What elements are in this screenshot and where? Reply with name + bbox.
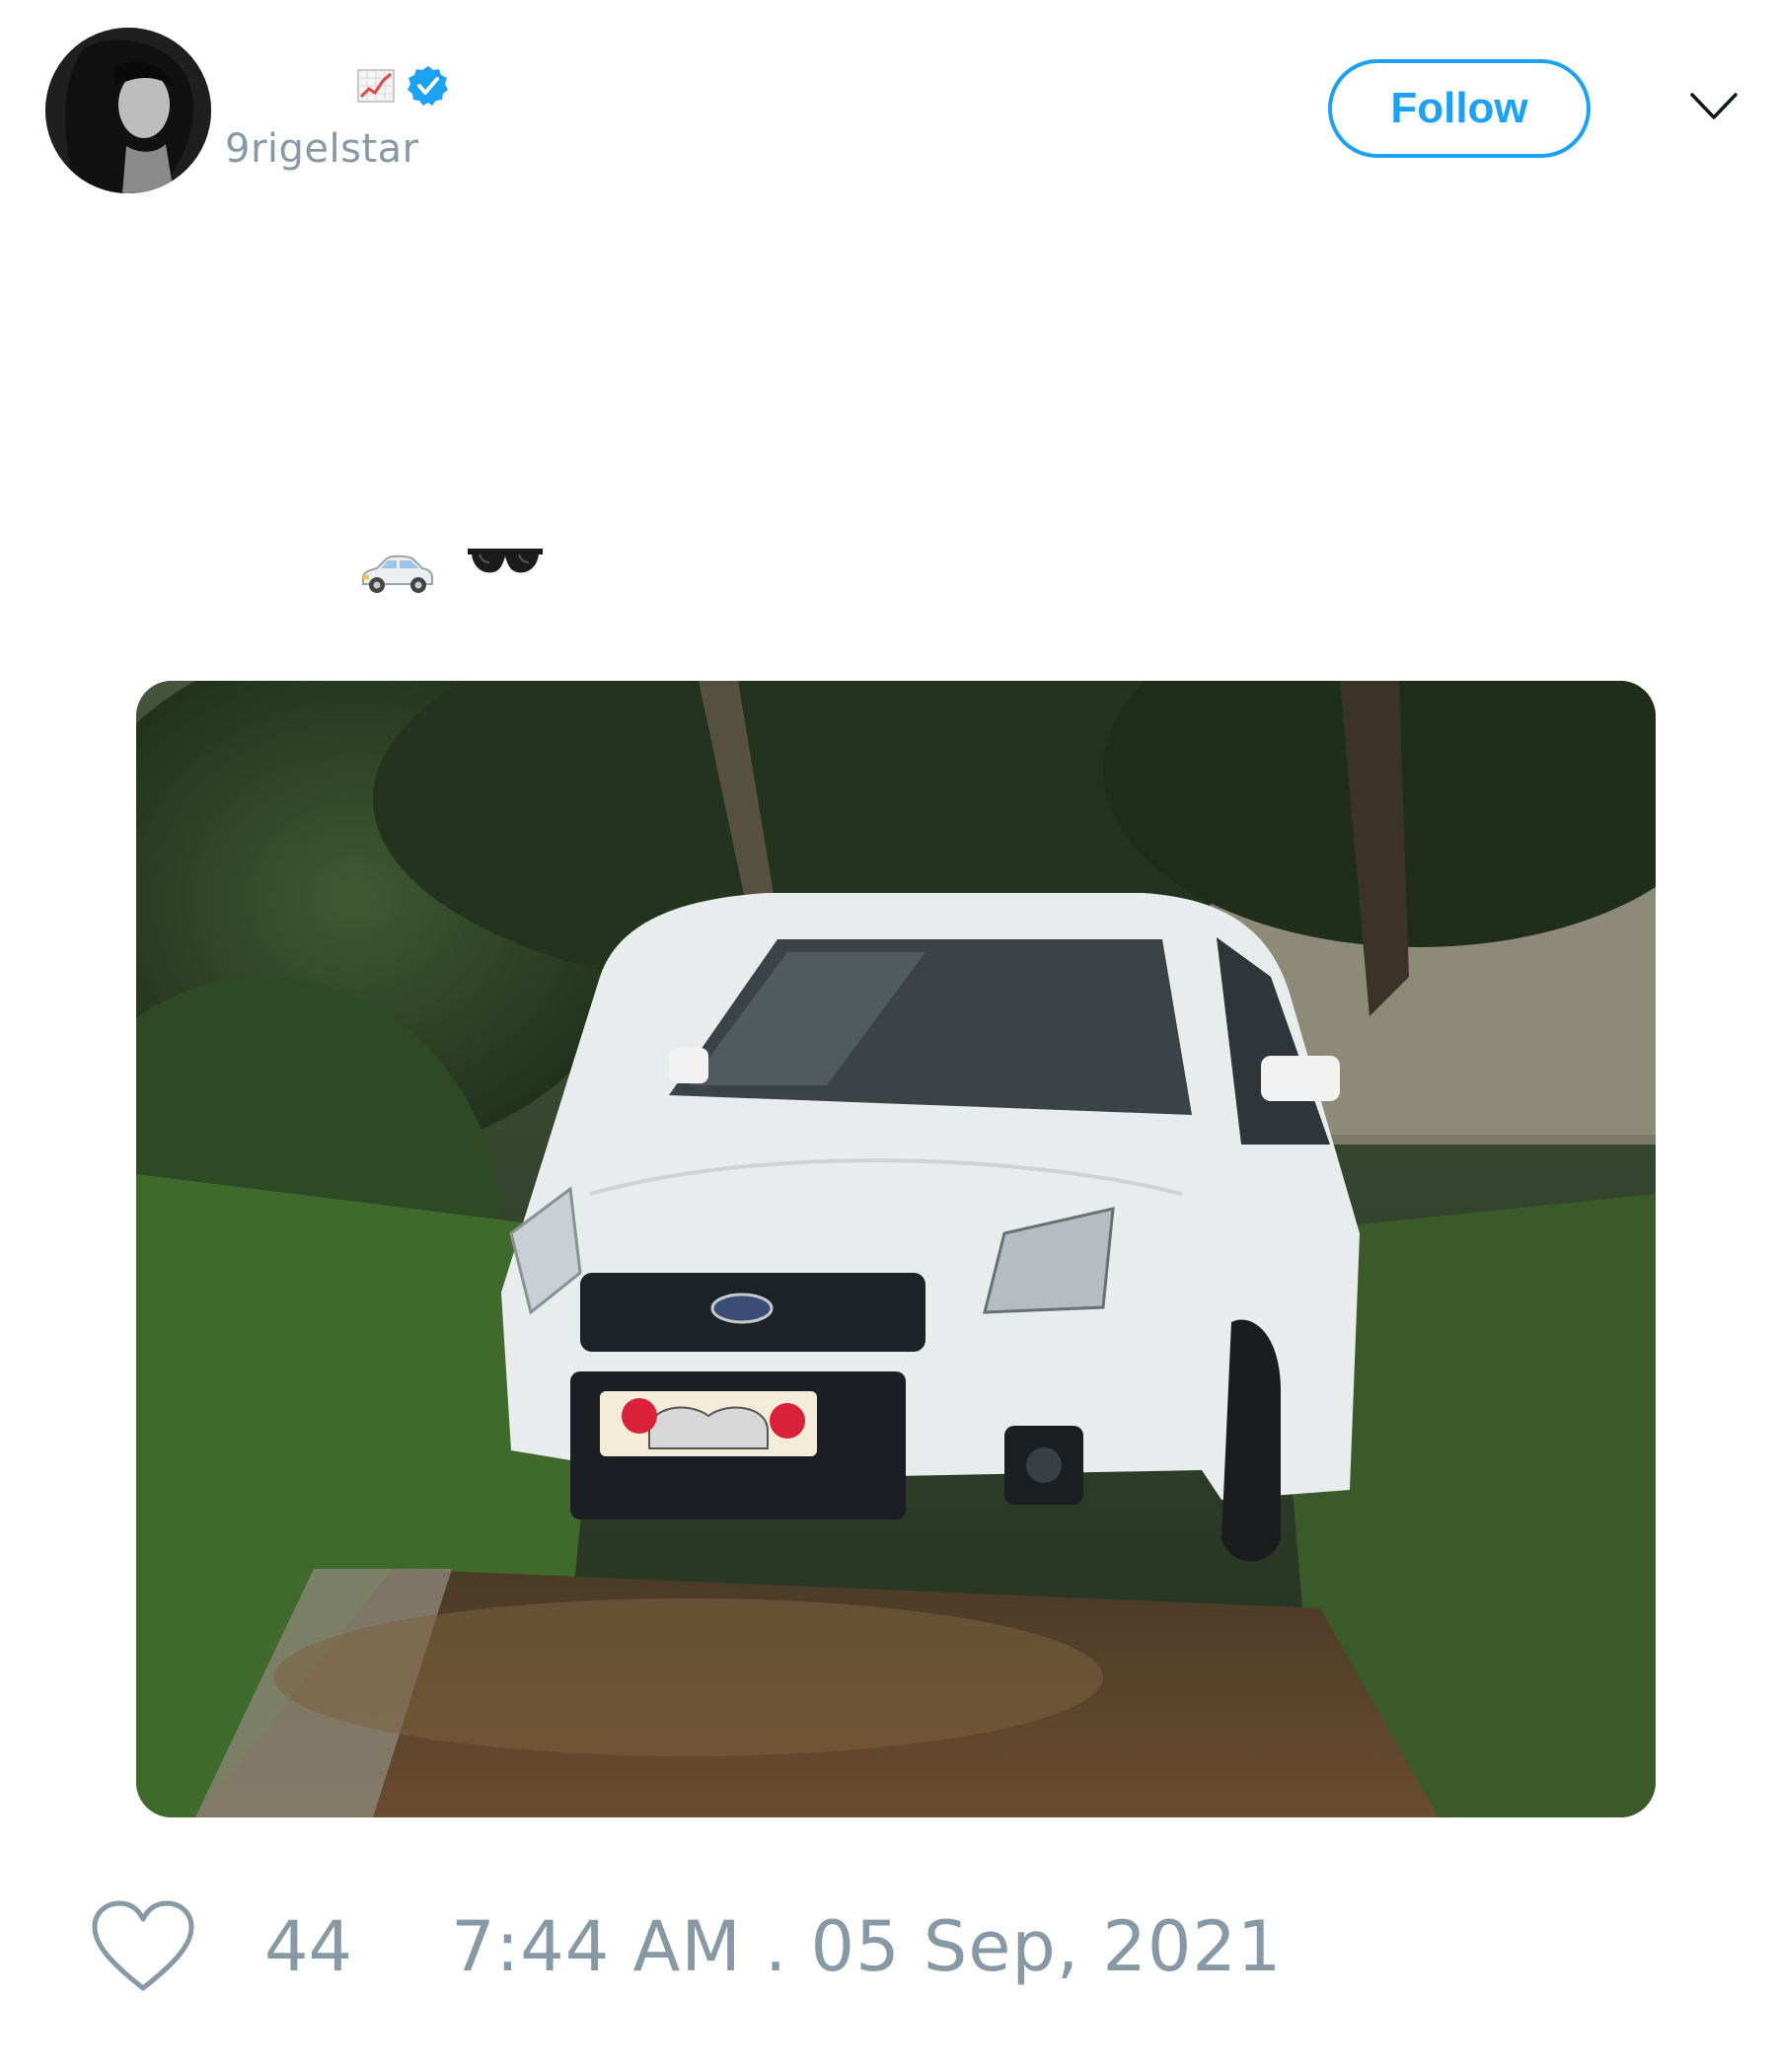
heart-icon[interactable] bbox=[91, 1899, 195, 1994]
chart-increasing-icon bbox=[357, 69, 395, 103]
display-name[interactable] bbox=[357, 59, 450, 112]
verified-badge-icon bbox=[407, 66, 448, 106]
like-count: 44 bbox=[264, 1906, 353, 1987]
avatar[interactable] bbox=[45, 28, 211, 193]
chevron-down-icon[interactable] bbox=[1689, 89, 1739, 124]
tweet-footer: 44 7:44 AM . 05 Sep, 2021 bbox=[91, 1892, 1282, 2001]
author-handle[interactable]: 9rigelstar bbox=[225, 126, 419, 172]
car-icon bbox=[362, 555, 433, 593]
avatar-photo bbox=[45, 28, 211, 193]
white-hatchback-photo bbox=[136, 681, 1656, 1817]
timestamp[interactable]: 7:44 AM . 05 Sep, 2021 bbox=[451, 1906, 1282, 1987]
follow-button[interactable]: Follow bbox=[1328, 59, 1591, 158]
sunglasses-icon bbox=[468, 549, 543, 573]
tweet-media[interactable] bbox=[136, 681, 1656, 1817]
tweet-text bbox=[357, 549, 545, 598]
